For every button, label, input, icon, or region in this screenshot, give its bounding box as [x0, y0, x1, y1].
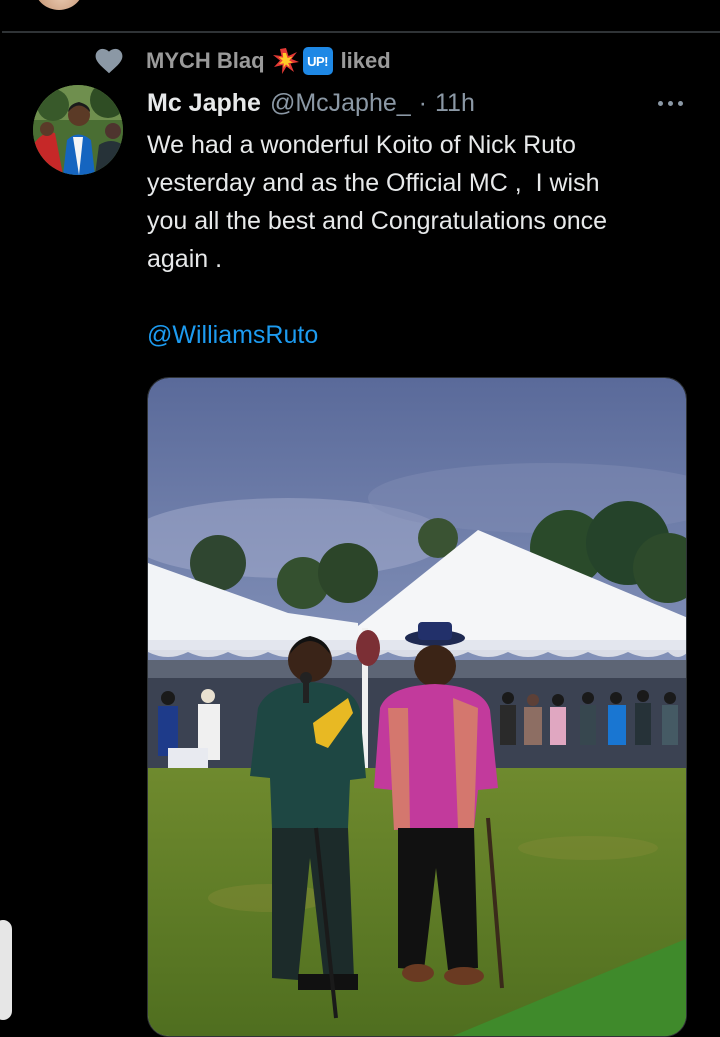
tweet-photo[interactable] [147, 377, 687, 1037]
tweet-divider [2, 31, 720, 33]
more-options-icon[interactable] [650, 90, 690, 116]
timestamp[interactable]: 11h [435, 89, 475, 118]
social-context[interactable]: MYCH Blaq UP! liked [95, 44, 391, 78]
heart-icon [95, 48, 123, 74]
tweet-text: We had a wonderful Koito of Nick Ruto ye… [147, 131, 608, 273]
scrollbar-thumb[interactable] [0, 920, 12, 1020]
display-name[interactable]: Mc Japhe [147, 89, 261, 118]
handle[interactable]: @McJaphe_ [270, 89, 411, 118]
previous-tweet-avatar[interactable] [34, 0, 84, 10]
social-context-action: liked [340, 48, 391, 73]
mention-link[interactable]: @WilliamsRuto [147, 316, 318, 354]
collision-emoji-icon [272, 48, 299, 74]
social-context-user[interactable]: MYCH Blaq [146, 48, 265, 74]
separator: · [418, 88, 427, 117]
up-button-emoji-icon: UP! [302, 47, 333, 75]
avatar[interactable] [33, 85, 123, 175]
tweet-header: Mc Japhe @McJaphe_ · 11h [147, 86, 475, 120]
